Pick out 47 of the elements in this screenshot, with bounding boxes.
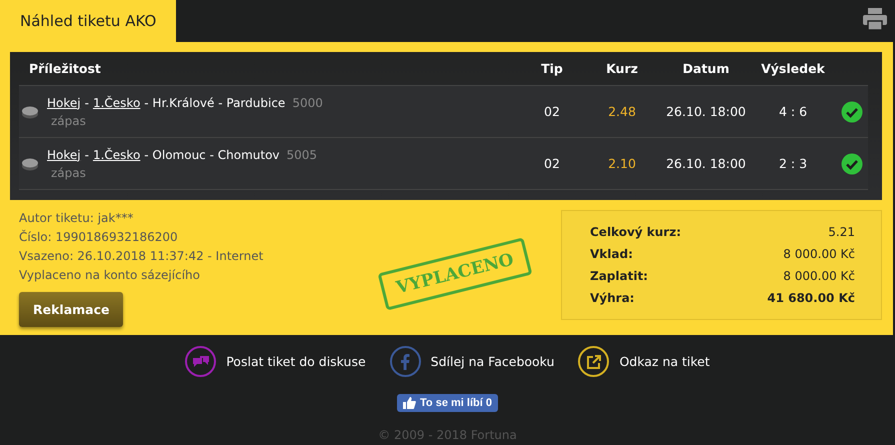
summary-value: 8 000.00 Kč (783, 246, 855, 263)
ticket-info: Vyplaceno na konto sázejícího (19, 267, 201, 283)
summary-label: Zaplatit: (590, 268, 648, 285)
event-text: - Hr.Králové - Pardubice (144, 96, 286, 110)
page-title: Náhled tiketu AKO (0, 0, 176, 42)
event-text: - (84, 148, 89, 162)
summary-label: Celkový kurz: (590, 224, 682, 241)
summary-value: 5.21 (828, 224, 855, 241)
odds-value: 2.10 (607, 156, 637, 171)
share-link[interactable]: Sdílej na Facebooku (390, 346, 554, 377)
result-value: 2 : 3 (778, 156, 808, 171)
date-value: 26.10. 18:00 (665, 156, 747, 171)
ticket-info: Číslo: 1990186932186200 (19, 229, 179, 245)
summary-label: Výhra: (590, 290, 634, 307)
column-header: Kurz (605, 61, 639, 76)
tip-value: 02 (543, 104, 561, 119)
print-icon[interactable] (863, 8, 887, 30)
bet-type: zápas (50, 114, 87, 128)
column-header: Datum (682, 61, 730, 76)
column-header: Příležitost (28, 61, 102, 76)
result-value: 4 : 6 (778, 104, 808, 119)
ticket-info: Vsazeno: 26.10.2018 11:37:42 - Internet (19, 248, 264, 264)
event-link[interactable]: Hokej (47, 148, 81, 162)
tip-value: 02 (543, 156, 561, 171)
event-link[interactable]: 1.Česko (92, 96, 140, 110)
thumbs-up-icon (403, 397, 416, 409)
event-code: 5005 (286, 148, 318, 162)
summary-value: 8 000.00 Kč (783, 268, 855, 285)
ticket-info: Autor tiketu: jak*** (19, 210, 134, 226)
summary-value: 41 680.00 Kč (767, 290, 855, 307)
date-value: 26.10. 18:00 (665, 104, 747, 119)
bet-type: zápas (50, 166, 87, 180)
share-link[interactable]: Odkaz na tiket (578, 346, 710, 377)
event-text: - (84, 96, 89, 110)
event-link[interactable]: 1.Česko (92, 148, 140, 162)
puck-icon (21, 104, 39, 118)
summary-label: Vklad: (590, 246, 633, 263)
event-code: 5000 (292, 96, 323, 110)
odds-value: 2.48 (607, 104, 637, 119)
event-link[interactable]: Hokej (47, 96, 81, 110)
claim-button[interactable]: Reklamace (19, 292, 124, 327)
column-header: Výsledek (760, 61, 826, 76)
column-header: Tip (540, 61, 564, 76)
share-link[interactable]: Poslat tiket do diskuse (185, 346, 366, 377)
like-button[interactable]: To se mi líbí 0 (397, 394, 498, 412)
puck-icon (21, 156, 39, 170)
event-text: - Olomouc - Chomutov (144, 148, 280, 162)
